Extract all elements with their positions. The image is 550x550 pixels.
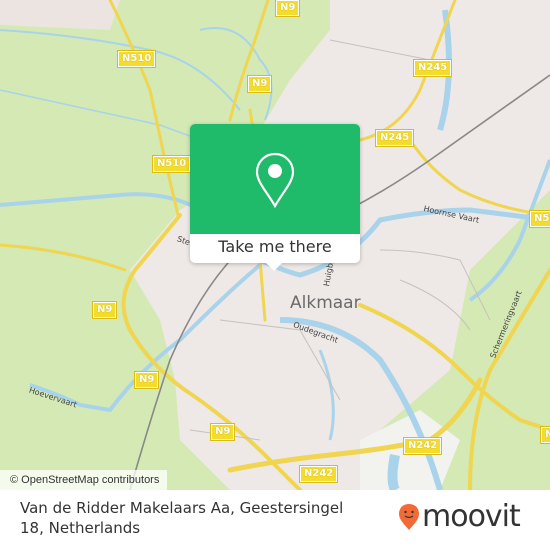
road-label-n9: N9 [133,371,160,389]
road-label-n: N [539,426,550,444]
urban-north [0,0,120,30]
moovit-pin-icon [399,504,419,530]
road-label-n9: N9 [274,0,301,17]
road-label-n245: N245 [374,129,415,147]
location-popup: Take me there [190,124,360,271]
popup-pointer [265,262,283,271]
road-label-n242: N242 [298,465,339,483]
place-address: Van de Ridder Makelaars Aa, Geestersinge… [20,499,344,537]
map[interactable]: N510 N510 N9 N9 N9 N9 N9 N245 N245 N242 … [0,0,550,490]
road-label-n242: N242 [402,437,443,455]
map-pin-icon [255,152,295,208]
moovit-wordmark: moovit [422,499,521,534]
moovit-logo: moovit [398,499,521,534]
popup-header [190,124,360,234]
road-label-n50: N50 [528,210,550,228]
take-me-there-button[interactable]: Take me there [190,234,360,263]
road-label-n510: N510 [151,155,192,173]
road-label-n245: N245 [412,59,453,77]
osm-attribution[interactable]: © OpenStreetMap contributors [0,470,168,490]
road-label-n9: N9 [91,301,118,319]
road-label-n9: N9 [209,423,236,441]
road-label-n9: N9 [246,75,273,93]
city-label-alkmaar: Alkmaar [290,293,361,313]
road-label-n510: N510 [116,50,157,68]
footer: Van de Ridder Makelaars Aa, Geestersinge… [0,490,550,550]
